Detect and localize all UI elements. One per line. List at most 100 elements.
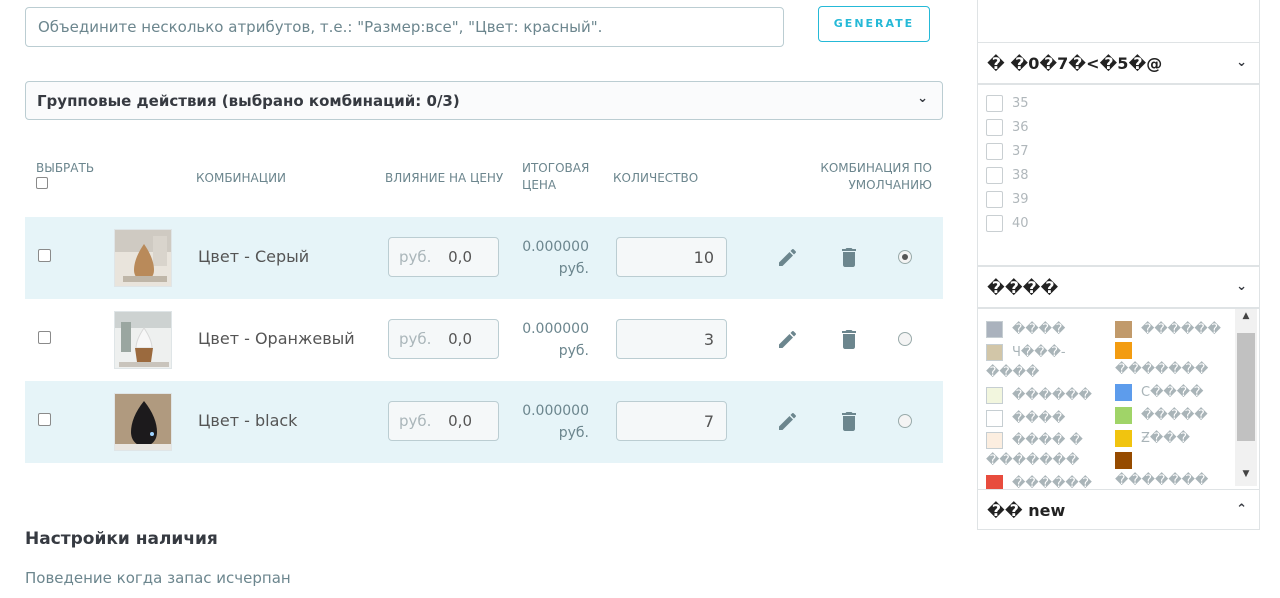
color-option[interactable]: ������ xyxy=(1115,321,1221,338)
price-impact-input[interactable]: руб. 0,0 xyxy=(388,319,499,359)
new-group-header[interactable]: �� new ⌃ xyxy=(977,489,1260,530)
price-impact-input[interactable]: руб. 0,0 xyxy=(388,401,499,441)
size-option[interactable]: 36 xyxy=(986,119,1029,136)
color-swatch[interactable] xyxy=(986,475,1003,489)
color-swatch[interactable] xyxy=(1115,321,1132,338)
color-option[interactable]: ���� � xyxy=(986,432,1083,449)
final-price-currency: руб. xyxy=(558,343,589,359)
combination-name: Цвет - Оранжевый xyxy=(198,329,355,348)
size-checkbox[interactable] xyxy=(986,215,1003,232)
quantity-input[interactable]: 10 xyxy=(616,237,727,277)
quantity-input[interactable]: 3 xyxy=(616,319,727,359)
color-swatch[interactable] xyxy=(1115,452,1132,469)
color-swatch[interactable] xyxy=(986,321,1003,338)
price-impact-input[interactable]: руб. 0,0 xyxy=(388,237,499,277)
product-thumbnail xyxy=(114,393,172,451)
color-list-scrollbar[interactable]: ▲ ▼ xyxy=(1235,309,1257,486)
chevron-down-icon: ⌄ xyxy=(917,91,928,106)
color-option[interactable] xyxy=(1115,452,1141,469)
color-swatch[interactable] xyxy=(986,432,1003,449)
color-option[interactable] xyxy=(1115,342,1141,359)
color-option[interactable]: ������ xyxy=(986,387,1092,404)
edit-icon[interactable] xyxy=(775,409,799,433)
scroll-up-icon[interactable]: ▲ xyxy=(1235,311,1257,321)
edit-icon[interactable] xyxy=(775,245,799,269)
bulk-actions-dropdown[interactable]: Групповые действия (выбрано комбинаций: … xyxy=(25,81,943,120)
attributes-sidebar: � �0�7�<�5�@ ⌄ 35 36 37 38 39 40 ���� ⌄ … xyxy=(977,0,1260,598)
combinations-panel: Объедините несколько атрибутов, т.е.: "Р… xyxy=(0,0,960,598)
attribute-generator-input[interactable]: Объедините несколько атрибутов, т.е.: "Р… xyxy=(25,7,784,47)
color-option[interactable]: Ч���- xyxy=(986,344,1066,361)
size-option[interactable]: 37 xyxy=(986,143,1029,160)
header-default: КОМБИНАЦИЯ ПО УМОЛЧАНИЮ xyxy=(820,161,932,192)
size-checkbox[interactable] xyxy=(986,167,1003,184)
color-group-header[interactable]: ���� ⌄ xyxy=(977,266,1260,308)
size-label: 36 xyxy=(1012,120,1029,135)
color-label-continued: ������� xyxy=(1115,473,1209,488)
final-price-currency: руб. xyxy=(558,261,589,277)
size-label: 39 xyxy=(1012,192,1029,207)
chevron-down-icon: ⌄ xyxy=(1236,279,1247,294)
color-swatch[interactable] xyxy=(1115,430,1132,447)
delete-icon[interactable] xyxy=(838,409,860,433)
color-swatch[interactable] xyxy=(1115,342,1132,359)
size-option[interactable]: 40 xyxy=(986,215,1029,232)
color-swatch[interactable] xyxy=(1115,384,1132,401)
price-impact-value: 0,0 xyxy=(448,330,472,348)
default-radio[interactable] xyxy=(898,250,912,264)
combination-name: Цвет - Серый xyxy=(198,247,310,266)
default-radio[interactable] xyxy=(898,332,912,346)
bulk-actions-label: Групповые действия (выбрано комбинаций: … xyxy=(37,92,460,110)
color-option[interactable]: ������ xyxy=(986,475,1092,490)
size-option[interactable]: 35 xyxy=(986,95,1029,112)
color-label: ���� � xyxy=(1012,433,1083,448)
color-swatch[interactable] xyxy=(1115,407,1132,424)
color-swatch[interactable] xyxy=(986,387,1003,404)
select-all-checkbox[interactable] xyxy=(36,177,48,189)
color-label: Ч���- xyxy=(1012,345,1066,360)
scroll-down-icon[interactable]: ▼ xyxy=(1235,469,1257,479)
size-group-header[interactable]: � �0�7�<�5�@ ⌄ xyxy=(977,42,1260,84)
color-label-continued: ���� xyxy=(986,365,1040,380)
size-checkbox[interactable] xyxy=(986,95,1003,112)
color-swatch[interactable] xyxy=(986,410,1003,427)
product-thumbnail xyxy=(114,311,172,369)
row-checkbox[interactable] xyxy=(38,413,51,426)
row-checkbox[interactable] xyxy=(38,331,51,344)
table-row: Цвет - black руб. 0,0 0.000000 руб. 7 xyxy=(25,381,943,463)
color-label: ������ xyxy=(1012,476,1092,490)
scrollbar-thumb[interactable] xyxy=(1237,333,1255,441)
final-price-value: 0.000000 xyxy=(522,321,589,337)
chevron-down-icon: ⌄ xyxy=(1236,55,1247,70)
color-option[interactable]: ���� xyxy=(986,410,1065,427)
size-checkbox[interactable] xyxy=(986,143,1003,160)
table-row: Цвет - Серый руб. 0,0 0.000000 руб. 10 xyxy=(25,217,943,299)
default-radio[interactable] xyxy=(898,414,912,428)
color-option[interactable]: Ƶ��� xyxy=(1115,430,1190,447)
size-checkbox[interactable] xyxy=(986,191,1003,208)
generate-button[interactable]: GENERATE xyxy=(818,6,930,42)
delete-icon[interactable] xyxy=(838,327,860,351)
color-label: С���� xyxy=(1141,385,1204,400)
edit-icon[interactable] xyxy=(775,327,799,351)
delete-icon[interactable] xyxy=(838,245,860,269)
color-option[interactable]: С���� xyxy=(1115,384,1203,401)
size-checkbox[interactable] xyxy=(986,119,1003,136)
color-swatch[interactable] xyxy=(986,344,1003,361)
row-checkbox[interactable] xyxy=(38,249,51,262)
color-option[interactable]: ���� xyxy=(986,321,1065,338)
currency-label: руб. xyxy=(399,412,432,430)
size-option[interactable]: 38 xyxy=(986,167,1029,184)
final-price-value: 0.000000 xyxy=(522,403,589,419)
combination-name: Цвет - black xyxy=(198,411,298,430)
quantity-input[interactable]: 7 xyxy=(616,401,727,441)
color-label-continued: ������� xyxy=(1115,362,1209,377)
color-label: ���� xyxy=(1012,322,1066,337)
final-price: 0.000000 руб. xyxy=(507,400,589,444)
size-option[interactable]: 39 xyxy=(986,191,1029,208)
currency-label: руб. xyxy=(399,248,432,266)
size-list: 35 36 37 38 39 40 xyxy=(977,84,1260,266)
color-option[interactable]: ����� xyxy=(1115,407,1208,424)
size-label: 37 xyxy=(1012,144,1029,159)
size-label: 35 xyxy=(1012,96,1029,111)
